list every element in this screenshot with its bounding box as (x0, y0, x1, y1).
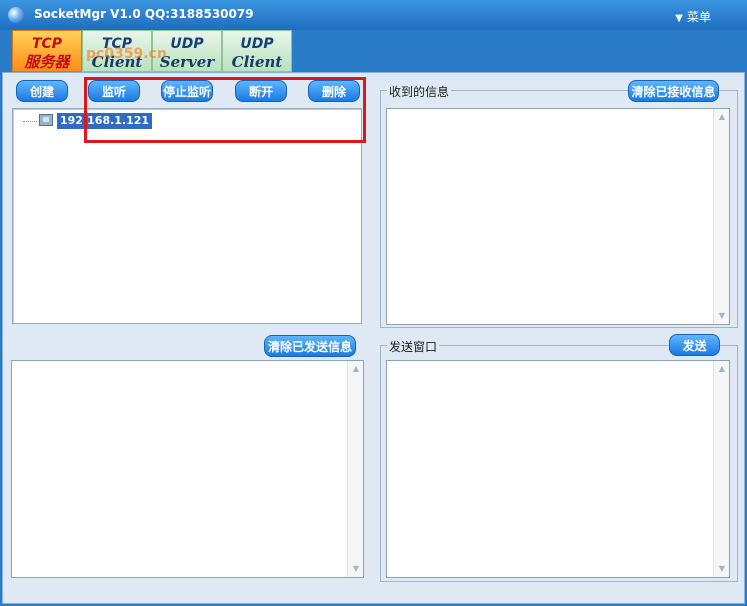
send-window-label: 发送窗口 (387, 338, 440, 355)
scrollbar[interactable]: ▲ ▼ (713, 109, 729, 324)
tab-udp-client[interactable]: UDP Client (222, 30, 292, 72)
scroll-up-icon[interactable]: ▲ (714, 361, 730, 377)
tab-line1: UDP (240, 36, 274, 52)
tab-line1: TCP (31, 36, 63, 52)
sent-log-textarea[interactable]: ▲ ▼ (11, 360, 364, 578)
client-tree-view[interactable]: 192.168.1.121 (12, 108, 362, 324)
disconnect-button[interactable]: 断开 (235, 80, 287, 102)
scroll-down-icon[interactable]: ▼ (714, 561, 730, 577)
create-button[interactable]: 创建 (16, 80, 68, 102)
clear-received-button[interactable]: 清除已接收信息 (628, 80, 719, 102)
title-bar: SocketMgr V1.0 QQ:3188530079 ▼ 菜单 (0, 0, 747, 30)
delete-button[interactable]: 删除 (308, 80, 360, 102)
globe-app-icon (8, 7, 24, 23)
listen-button[interactable]: 监听 (88, 80, 140, 102)
menu-label: 菜单 (686, 10, 711, 24)
received-label: 收到的信息 (387, 83, 452, 100)
window-title: SocketMgr V1.0 QQ:3188530079 (34, 7, 254, 21)
tab-line2: Client (231, 53, 283, 71)
tab-line2: 服务器 (24, 53, 70, 71)
client-ip-label: 192.168.1.121 (57, 113, 153, 129)
send-button[interactable]: 发送 (669, 334, 720, 356)
caret-down-icon: ▼ (675, 13, 683, 24)
computer-icon (39, 114, 53, 126)
scroll-down-icon[interactable]: ▼ (714, 308, 730, 324)
stop-listen-button[interactable]: 停止监听 (161, 80, 213, 102)
watermark: pc0359.cn (86, 46, 167, 62)
received-textarea[interactable]: ▲ ▼ (386, 108, 730, 325)
scrollbar[interactable]: ▲ ▼ (347, 361, 363, 577)
menu-button[interactable]: ▼ 菜单 (675, 8, 711, 25)
scrollbar[interactable]: ▲ ▼ (713, 361, 729, 577)
clear-sent-button[interactable]: 清除已发送信息 (264, 335, 356, 357)
tree-connector (23, 121, 37, 122)
tab-tcp-server[interactable]: TCP 服务器 (12, 30, 82, 72)
send-textarea[interactable]: ▲ ▼ (386, 360, 730, 578)
scroll-up-icon[interactable]: ▲ (348, 361, 364, 377)
scroll-down-icon[interactable]: ▼ (348, 561, 364, 577)
scroll-up-icon[interactable]: ▲ (714, 109, 730, 125)
